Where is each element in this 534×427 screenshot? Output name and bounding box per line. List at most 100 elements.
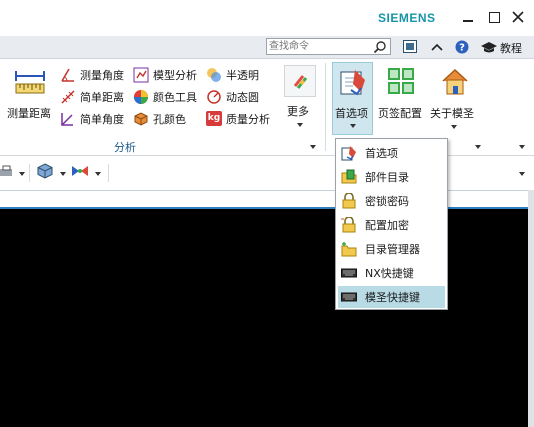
svg-text:?: ? <box>459 43 465 54</box>
dynamic-circle-label: 动态圆 <box>226 91 259 104</box>
preferences-icon <box>341 145 357 161</box>
collapse-ribbon-button[interactable] <box>430 41 444 53</box>
model-analysis-button[interactable]: 模型分析 <box>133 66 203 84</box>
semi-transparent-icon <box>207 68 221 82</box>
vertical-scrollbar[interactable] <box>528 190 534 427</box>
tutorial-label: 教程 <box>500 41 522 55</box>
measure-angle-button[interactable]: 测量角度 <box>60 66 130 84</box>
graphics-window[interactable] <box>0 209 534 427</box>
help-icon: ? <box>455 40 469 54</box>
search-input[interactable] <box>269 39 369 54</box>
close-icon <box>512 11 524 23</box>
simple-distance-label: 简单距离 <box>80 91 124 104</box>
model-analysis-label: 模型分析 <box>153 69 197 82</box>
ribbon-options-icon[interactable] <box>519 145 525 149</box>
directory-manager-icon <box>341 241 357 257</box>
more-label: 更多 <box>287 105 309 118</box>
measure-distance-label: 测量距离 <box>7 107 51 120</box>
hole-color-button[interactable]: 孔颜色 <box>133 110 203 128</box>
filter-dropdown-icon[interactable] <box>95 172 101 176</box>
help-button[interactable]: ? <box>455 40 469 54</box>
simple-distance-icon <box>61 90 75 104</box>
chevron-up-icon <box>431 43 443 51</box>
analysis-group-label: 分析 <box>114 141 136 154</box>
selection-toolbar <box>0 156 534 190</box>
window-layout-button[interactable] <box>403 40 417 53</box>
config-group-launcher-icon[interactable] <box>475 145 481 149</box>
menu-item-mosheng-shortcuts[interactable]: 模圣快捷键 <box>338 286 445 308</box>
preferences-dropdown-icon <box>350 124 356 128</box>
menu-item-label: 目录管理器 <box>365 243 420 256</box>
cube-icon[interactable] <box>37 163 53 179</box>
simple-angle-button[interactable]: 简单角度 <box>60 110 130 128</box>
more-dropdown-icon <box>297 123 303 127</box>
keyboard-icon <box>341 289 357 305</box>
print-icon[interactable] <box>0 164 14 180</box>
brand-logo: SIEMENS <box>378 11 436 25</box>
hole-color-label: 孔颜色 <box>153 113 186 126</box>
cube-dropdown-icon[interactable] <box>60 172 66 176</box>
simple-angle-label: 简单角度 <box>80 113 124 126</box>
tab-strip <box>0 191 528 209</box>
menu-item-label: 配置加密 <box>365 219 409 232</box>
color-wheel-icon <box>134 90 148 104</box>
analysis-group-launcher-icon[interactable] <box>310 145 316 149</box>
ribbon: 测量距离 测量角度 简单距离 简单角度 模型分析 颜色工具 孔颜色 半透明 动态… <box>0 59 534 156</box>
filter-icon[interactable] <box>71 163 89 179</box>
home-icon <box>442 68 468 95</box>
tutorial-button[interactable]: 教程 <box>481 40 522 55</box>
dynamic-circle-icon <box>207 90 221 104</box>
maximize-button[interactable] <box>485 8 503 26</box>
about-label: 关于模圣 <box>430 107 474 120</box>
menu-item-lock-password[interactable]: 密锁密码 <box>338 190 445 212</box>
menu-item-config-encrypt[interactable]: 配置加密 <box>338 214 445 236</box>
measure-distance-button[interactable]: 测量距离 <box>4 67 54 127</box>
menu-item-preferences[interactable]: 首选项 <box>338 142 445 164</box>
more-icon <box>293 75 308 89</box>
color-tool-label: 颜色工具 <box>153 91 197 104</box>
page-config-label: 页签配置 <box>378 107 422 120</box>
page-config-button[interactable]: 页签配置 <box>378 67 426 127</box>
search-icon[interactable] <box>373 40 387 54</box>
menu-item-label: 密锁密码 <box>365 195 409 208</box>
menu-item-directory-manager[interactable]: 目录管理器 <box>338 238 445 260</box>
about-button[interactable]: 关于模圣 <box>430 67 480 133</box>
ruler-icon <box>15 71 45 94</box>
menu-item-label: NX快捷键 <box>365 267 414 280</box>
simple-distance-button[interactable]: 简单距离 <box>60 88 130 106</box>
simple-angle-icon <box>61 113 73 126</box>
more-gallery <box>284 65 316 97</box>
preferences-button[interactable]: 首选项 <box>332 62 373 135</box>
config-encrypt-icon <box>341 216 357 233</box>
about-dropdown-icon <box>451 125 457 129</box>
angle-icon <box>61 68 74 82</box>
hole-color-icon <box>134 112 148 126</box>
preferences-label: 首选项 <box>335 107 368 120</box>
part-catalog-icon <box>341 169 357 185</box>
preferences-icon <box>340 70 365 96</box>
close-button[interactable] <box>509 8 527 26</box>
print-dropdown-icon[interactable] <box>19 172 25 176</box>
toolbar-separator <box>29 164 30 182</box>
menu-item-nx-shortcuts[interactable]: NX快捷键 <box>338 262 445 284</box>
mass-analysis-button[interactable]: kg 质量分析 <box>206 110 276 128</box>
color-tool-button[interactable]: 颜色工具 <box>133 88 203 106</box>
toolbar-options-icon[interactable] <box>519 172 525 176</box>
command-search[interactable] <box>266 38 391 55</box>
ribbon-separator <box>325 63 326 151</box>
semi-transparent-button[interactable]: 半透明 <box>206 66 276 84</box>
dynamic-circle-button[interactable]: 动态圆 <box>206 88 276 106</box>
measure-angle-label: 测量角度 <box>80 69 124 82</box>
menu-item-label: 首选项 <box>365 147 398 160</box>
graduation-cap-icon <box>481 41 497 52</box>
kg-icon: kg <box>206 111 222 126</box>
keyboard-icon <box>341 265 357 281</box>
semi-transparent-label: 半透明 <box>226 69 259 82</box>
minimize-button[interactable] <box>459 8 477 26</box>
model-analysis-icon <box>133 67 149 83</box>
maximize-icon <box>488 11 500 23</box>
menu-item-part-catalog[interactable]: 部件目录 <box>338 166 445 188</box>
minimize-icon <box>463 20 473 22</box>
more-button[interactable]: 更多 <box>281 65 319 131</box>
toolbar-separator <box>108 164 109 182</box>
